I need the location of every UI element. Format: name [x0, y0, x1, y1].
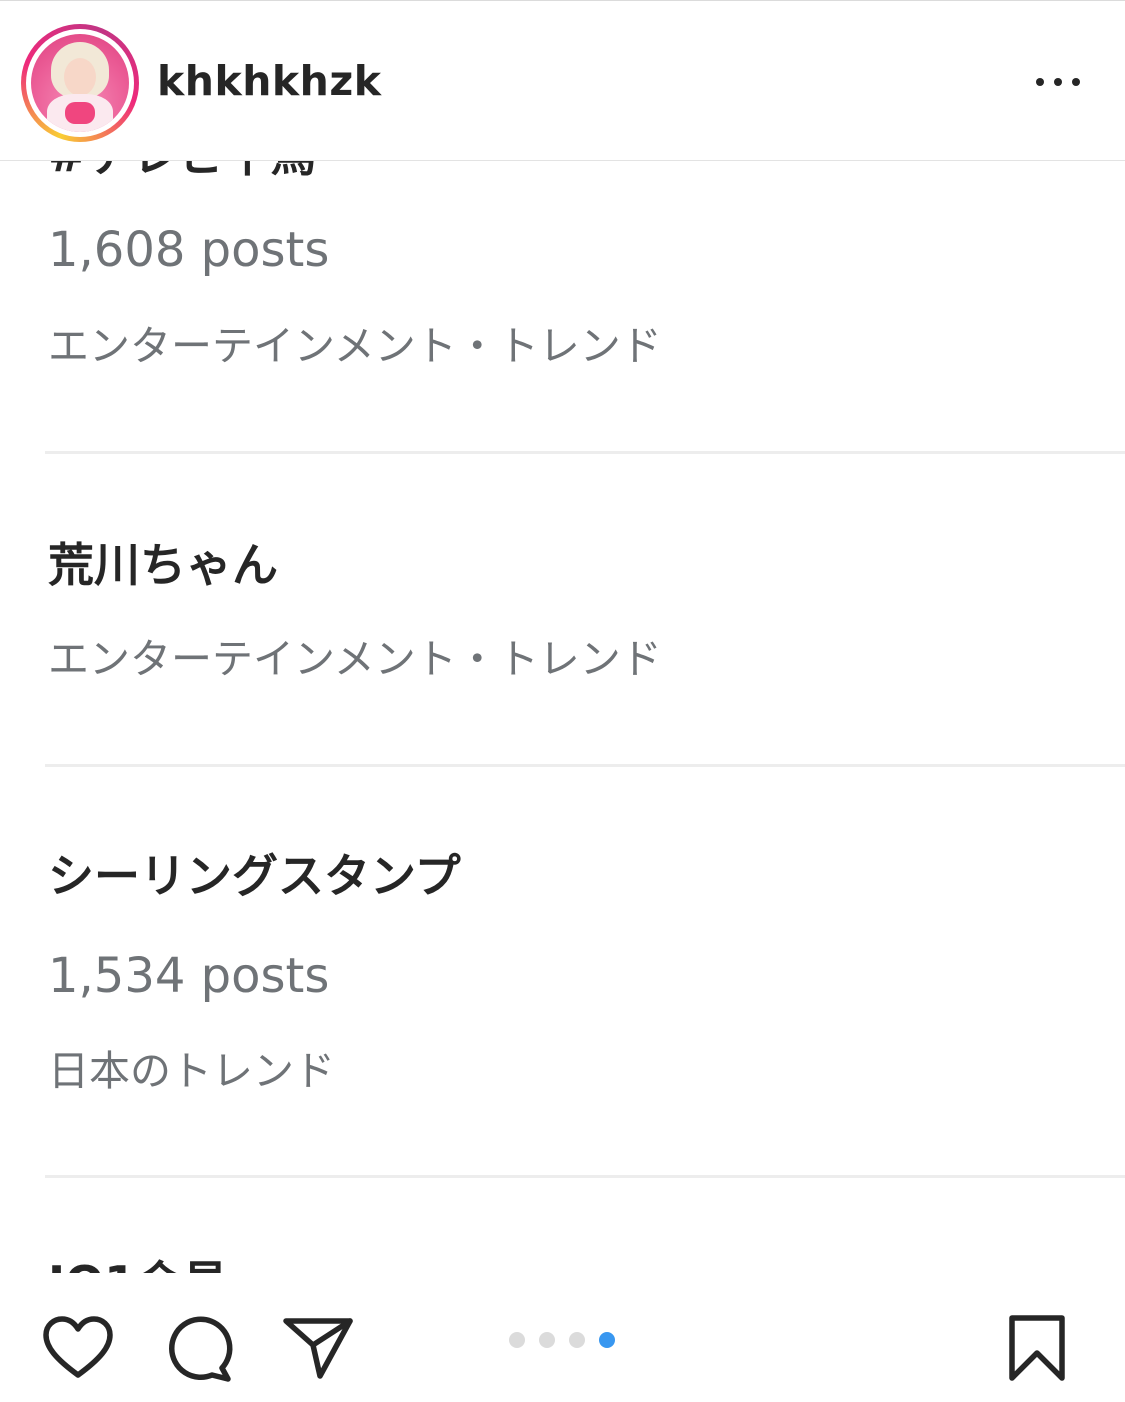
trend-posts: 1,534 posts — [48, 948, 330, 1004]
username[interactable]: khkhkhzk — [157, 56, 382, 106]
share-icon[interactable] — [282, 1315, 354, 1381]
trend-title-cut: JO1会見 — [48, 1255, 228, 1273]
trend-title: シーリングスタンプ — [48, 849, 461, 903]
carousel-dot-active — [599, 1332, 615, 1348]
comment-icon[interactable] — [164, 1313, 234, 1383]
trend-posts: 1,608 posts — [48, 222, 330, 278]
trend-item[interactable]: 荒川ちゃん エンターテインメント・トレンド — [0, 454, 1125, 764]
more-horizontal-icon[interactable] — [1030, 63, 1086, 99]
trend-item[interactable]: 1,608 posts エンターテインメント・トレンド — [0, 161, 1125, 451]
trend-category: エンターテインメント・トレンド — [48, 322, 662, 370]
avatar-face — [64, 58, 96, 96]
heart-icon[interactable] — [42, 1315, 114, 1381]
trend-title: 荒川ちゃん — [48, 538, 278, 592]
carousel-dot — [509, 1332, 525, 1348]
trend-category: 日本のトレンド — [48, 1047, 335, 1095]
avatar[interactable] — [31, 34, 129, 132]
post-image[interactable]: #テレビ千鳥 1,608 posts エンターテインメント・トレンド 荒川ちゃん… — [0, 161, 1125, 1273]
avatar-bag — [65, 102, 95, 124]
story-ring[interactable] — [21, 24, 139, 142]
carousel-dot — [569, 1332, 585, 1348]
bookmark-icon[interactable] — [1006, 1313, 1068, 1383]
carousel-indicator — [509, 1332, 619, 1349]
trend-item[interactable]: シーリングスタンプ 1,534 posts 日本のトレンド — [0, 767, 1125, 1175]
trend-category: エンターテインメント・トレンド — [48, 635, 662, 683]
action-bar — [0, 1273, 1125, 1402]
post-header: khkhkhzk — [0, 0, 1125, 161]
carousel-dot — [539, 1332, 555, 1348]
divider — [45, 1175, 1125, 1178]
